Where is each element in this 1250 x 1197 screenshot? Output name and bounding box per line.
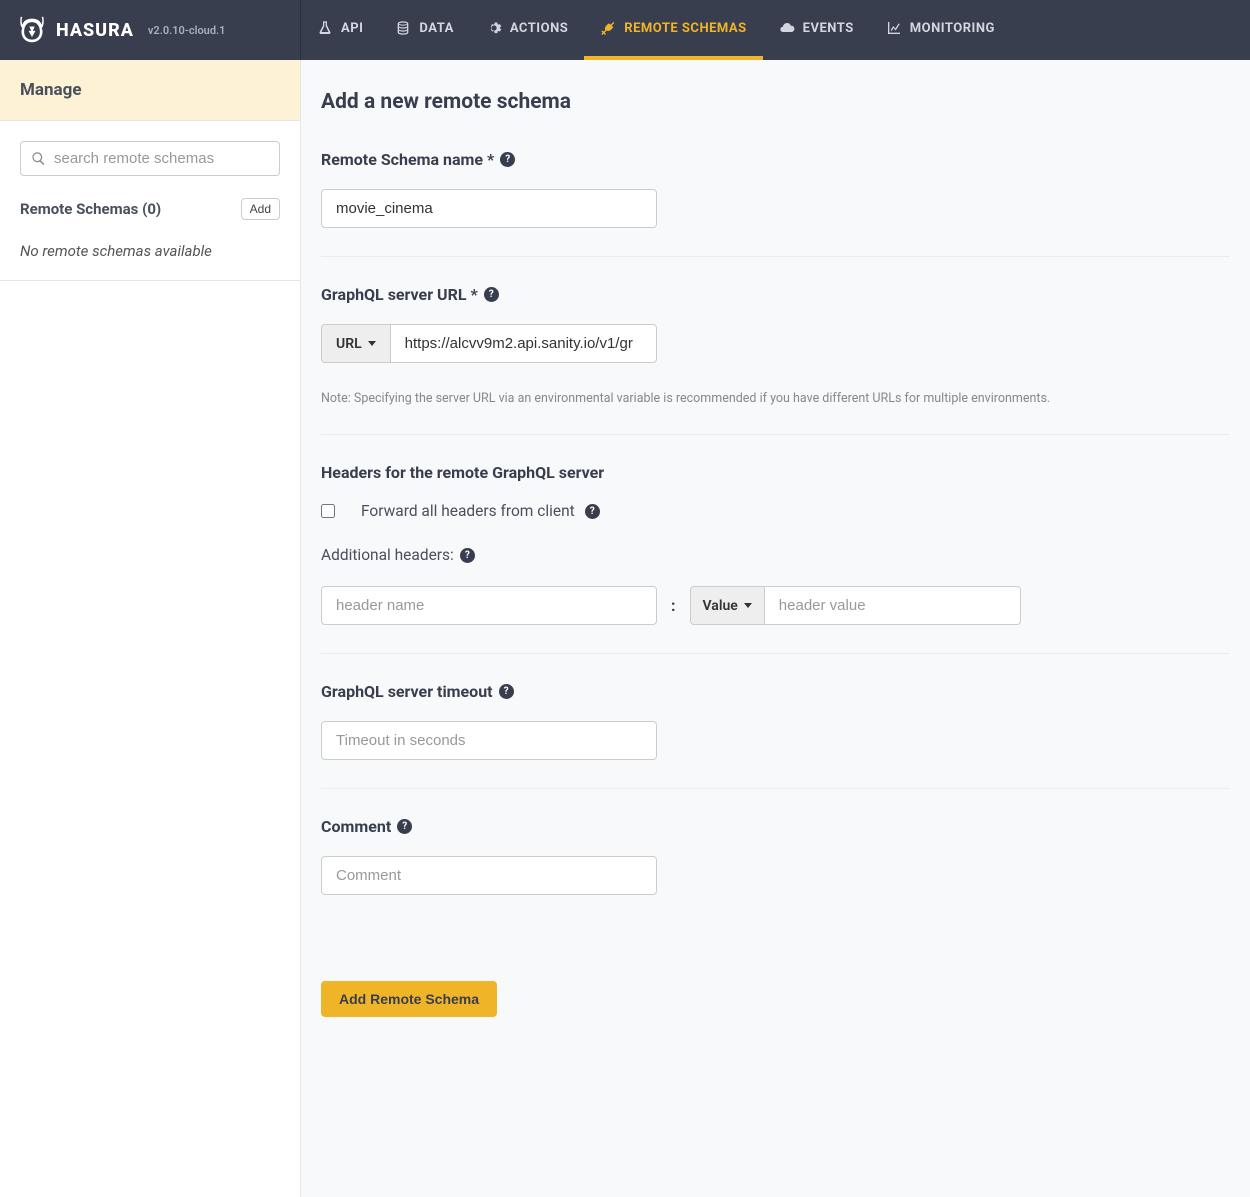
add-remote-schema-button[interactable]: Add Remote Schema <box>321 981 497 1017</box>
timeout-input[interactable] <box>321 721 657 760</box>
nav-monitoring-label: MONITORING <box>910 21 995 36</box>
additional-headers-label: Additional headers: <box>321 546 454 564</box>
remote-schemas-count: Remote Schemas (0) <box>20 200 161 218</box>
header-value-input[interactable] <box>764 586 1021 625</box>
server-url-input[interactable] <box>390 324 657 363</box>
section-headers: Headers for the remote GraphQL server Fo… <box>321 463 1230 654</box>
forward-headers-label: Forward all headers from client <box>361 502 575 520</box>
brand-version: v2.0.10-cloud.1 <box>148 24 226 37</box>
brand-name: HASURA <box>56 20 134 41</box>
help-icon[interactable]: ? <box>585 504 600 519</box>
help-icon[interactable]: ? <box>484 287 499 302</box>
main-content: Add a new remote schema Remote Schema na… <box>301 60 1250 1197</box>
help-icon[interactable]: ? <box>460 548 475 563</box>
search-input[interactable] <box>54 150 269 167</box>
hasura-logo-icon <box>18 16 46 44</box>
nav-monitoring[interactable]: MONITORING <box>870 0 1011 60</box>
page-title: Add a new remote schema <box>321 90 1230 114</box>
nav-events[interactable]: EVENTS <box>763 0 870 60</box>
chevron-down-icon <box>368 341 376 346</box>
database-icon <box>395 20 411 36</box>
nav-events-label: EVENTS <box>803 21 854 36</box>
nav-api[interactable]: API <box>301 0 379 60</box>
topnav: API DATA ACTIONS REMOTE SCHEMAS EVENTS M… <box>301 0 1011 60</box>
section-comment: Comment ? <box>321 817 1230 923</box>
url-type-label: URL <box>336 336 362 352</box>
header-value-type-label: Value <box>703 598 738 614</box>
comment-input[interactable] <box>321 856 657 895</box>
nav-actions-label: ACTIONS <box>510 21 568 36</box>
headers-label: Headers for the remote GraphQL server <box>321 463 604 482</box>
timeout-label: GraphQL server timeout <box>321 682 493 701</box>
schema-name-input[interactable] <box>321 189 657 228</box>
sidebar-search[interactable] <box>20 141 280 176</box>
nav-remote-schemas-label: REMOTE SCHEMAS <box>624 21 746 36</box>
nav-data[interactable]: DATA <box>379 0 469 60</box>
brand[interactable]: HASURA v2.0.10-cloud.1 <box>0 0 301 60</box>
help-icon[interactable]: ? <box>499 684 514 699</box>
url-type-dropdown[interactable]: URL <box>321 324 390 363</box>
sidebar: Manage Remote Schemas (0) Add No remote … <box>0 60 301 1197</box>
forward-headers-checkbox[interactable] <box>321 504 335 518</box>
sidebar-title: Manage <box>0 60 300 121</box>
search-icon <box>31 151 46 166</box>
cloud-icon <box>779 20 795 36</box>
sidebar-add-button[interactable]: Add <box>241 198 280 220</box>
nav-remote-schemas[interactable]: REMOTE SCHEMAS <box>584 0 762 60</box>
plug-icon <box>600 20 616 36</box>
sidebar-empty-text: No remote schemas available <box>20 242 280 260</box>
chevron-down-icon <box>744 603 752 608</box>
server-url-label: GraphQL server URL * <box>321 285 478 304</box>
chart-line-icon <box>886 20 902 36</box>
help-icon[interactable]: ? <box>397 819 412 834</box>
server-url-note: Note: Specifying the server URL via an e… <box>321 391 1230 406</box>
section-timeout: GraphQL server timeout ? <box>321 682 1230 789</box>
header-value-type-dropdown[interactable]: Value <box>690 586 764 625</box>
colon-separator: : <box>671 596 676 615</box>
help-icon[interactable]: ? <box>500 152 515 167</box>
topbar: HASURA v2.0.10-cloud.1 API DATA ACTIONS … <box>0 0 1250 60</box>
nav-data-label: DATA <box>419 21 453 36</box>
schema-name-label: Remote Schema name * <box>321 150 494 169</box>
cogs-icon <box>486 20 502 36</box>
header-name-input[interactable] <box>321 586 657 625</box>
flask-icon <box>317 20 333 36</box>
section-schema-name: Remote Schema name * ? <box>321 150 1230 257</box>
section-server-url: GraphQL server URL * ? URL Note: Specify… <box>321 285 1230 435</box>
nav-actions[interactable]: ACTIONS <box>470 0 584 60</box>
comment-label: Comment <box>321 817 391 836</box>
nav-api-label: API <box>341 21 363 36</box>
